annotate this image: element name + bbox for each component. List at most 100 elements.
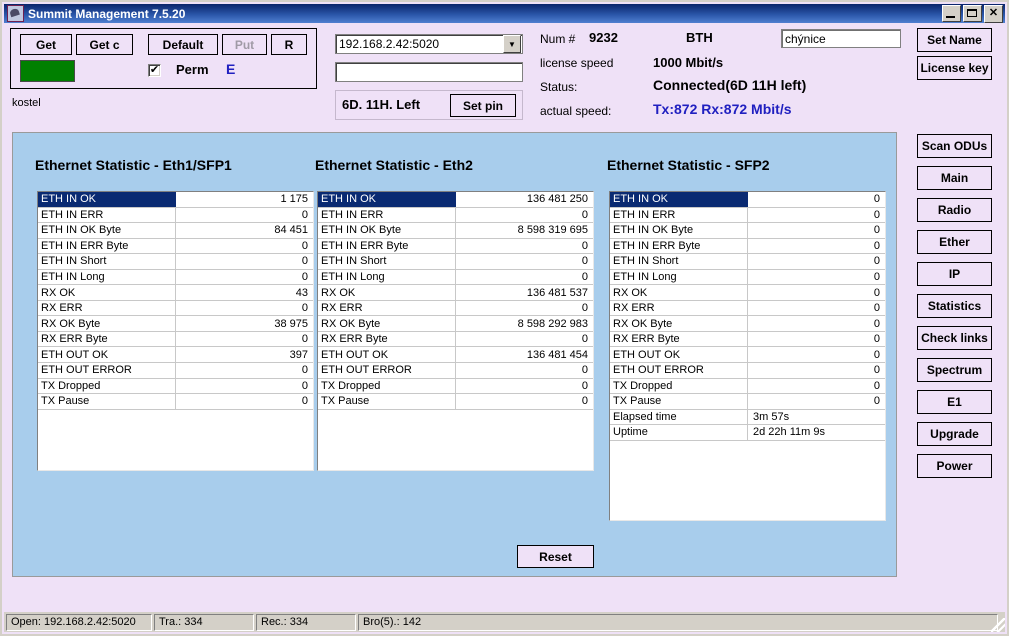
table-row[interactable]: RX ERR Byte 0 bbox=[610, 331, 885, 348]
table-row[interactable]: ETH IN OK 136 481 250 bbox=[318, 192, 593, 208]
table-row[interactable]: ETH IN OK 0 bbox=[610, 192, 885, 208]
table-row[interactable]: TX Pause 0 bbox=[318, 394, 593, 410]
table-row[interactable]: ETH IN ERR Byte 0 bbox=[38, 238, 313, 255]
table-row[interactable]: ETH IN ERR 0 bbox=[318, 207, 593, 224]
bth-label: BTH bbox=[686, 30, 713, 45]
table-row[interactable]: ETH OUT OK 136 481 454 bbox=[318, 347, 593, 364]
statistics-list-eth1[interactable]: ETH IN OK 1 175 ETH IN ERR 0 ETH IN OK Byte 8… bbox=[37, 191, 314, 471]
table-row[interactable]: ETH IN ERR 0 bbox=[610, 207, 885, 224]
stat-key: RX ERR Byte bbox=[610, 331, 748, 347]
table-row[interactable]: ETH OUT ERROR 0 bbox=[318, 363, 593, 379]
table-row[interactable]: ETH IN ERR 0 bbox=[38, 207, 313, 224]
table-row[interactable]: TX Dropped 0 bbox=[38, 378, 313, 395]
stat-key: ETH OUT ERROR bbox=[318, 363, 456, 378]
table-row[interactable]: RX OK Byte 38 975 bbox=[38, 316, 313, 332]
table-row[interactable]: ETH OUT OK 0 bbox=[610, 347, 885, 364]
table-row[interactable]: ETH IN Long 0 bbox=[38, 269, 313, 286]
table-row[interactable]: ETH OUT OK 397 bbox=[38, 347, 313, 364]
license-key-button[interactable]: License key bbox=[917, 56, 992, 80]
table-row[interactable]: RX OK 136 481 537 bbox=[318, 285, 593, 301]
stat-value: 0 bbox=[581, 333, 588, 346]
stat-key: RX OK Byte bbox=[38, 316, 176, 331]
device-name-input[interactable]: chýnice bbox=[781, 29, 901, 48]
set-name-button[interactable]: Set Name bbox=[917, 28, 992, 52]
minimize-button[interactable] bbox=[942, 5, 961, 22]
stat-key: ETH IN OK Byte bbox=[38, 223, 176, 238]
table-row[interactable]: RX OK Byte 8 598 292 983 bbox=[318, 316, 593, 332]
maximize-button[interactable] bbox=[963, 5, 982, 22]
statistics-list-eth2[interactable]: ETH IN OK 136 481 250 ETH IN ERR 0 ETH IN OK… bbox=[317, 191, 594, 471]
table-row[interactable]: ETH IN OK Byte 8 598 319 695 bbox=[318, 223, 593, 239]
table-row[interactable]: ETH IN Short 0 bbox=[38, 254, 313, 270]
set-pin-button[interactable]: Set pin bbox=[450, 94, 516, 117]
table-row[interactable]: RX ERR 0 bbox=[318, 300, 593, 317]
table-row[interactable]: RX OK 43 bbox=[38, 285, 313, 301]
stat-value: 0 bbox=[581, 302, 588, 315]
stat-value: 0 bbox=[301, 333, 308, 346]
stat-key: RX ERR Byte bbox=[38, 331, 176, 347]
resize-grip-icon[interactable] bbox=[991, 618, 1005, 632]
get-button[interactable]: Get bbox=[20, 34, 72, 55]
table-row[interactable]: RX ERR Byte 0 bbox=[38, 331, 313, 348]
table-row[interactable]: ETH IN Short 0 bbox=[318, 254, 593, 270]
table-row[interactable]: ETH OUT ERROR 0 bbox=[610, 363, 885, 379]
table-row[interactable]: TX Pause 0 bbox=[38, 394, 313, 410]
reset-button[interactable]: Reset bbox=[517, 545, 594, 568]
close-button[interactable]: ✕ bbox=[984, 5, 1003, 23]
table-row[interactable]: TX Dropped 0 bbox=[318, 378, 593, 395]
upgrade-button[interactable]: Upgrade bbox=[917, 422, 992, 446]
statistics-button[interactable]: Statistics bbox=[917, 294, 992, 318]
table-row[interactable]: ETH IN OK Byte 84 451 bbox=[38, 223, 313, 239]
pin-input[interactable] bbox=[335, 62, 523, 82]
stat-key: ETH IN ERR Byte bbox=[38, 238, 176, 254]
window-controls: ✕ bbox=[942, 5, 1003, 23]
table-row[interactable]: TX Dropped 0 bbox=[610, 378, 885, 395]
perm-checkbox[interactable]: ✔ bbox=[148, 64, 161, 77]
put-button[interactable]: Put bbox=[222, 34, 267, 55]
stat-value: 0 bbox=[873, 333, 880, 346]
main-button[interactable]: Main bbox=[917, 166, 992, 190]
stat-value: 0 bbox=[301, 255, 308, 268]
table-row[interactable]: ETH IN OK 1 175 bbox=[38, 192, 313, 208]
check-links-button[interactable]: Check links bbox=[917, 326, 992, 350]
table-row[interactable]: ETH IN OK Byte 0 bbox=[610, 223, 885, 239]
get-c-button[interactable]: Get c bbox=[76, 34, 133, 55]
stat-value: 0 bbox=[873, 317, 880, 330]
stat-value: 0 bbox=[581, 271, 588, 283]
address-combobox[interactable]: 192.168.2.42:5020 ▼ bbox=[335, 34, 523, 54]
stat-value: 0 bbox=[301, 395, 308, 408]
stat-value: 0 bbox=[301, 364, 308, 377]
e1-button[interactable]: E1 bbox=[917, 390, 992, 414]
table-row[interactable]: Uptime 2d 22h 11m 9s bbox=[610, 425, 885, 441]
radio-button[interactable]: Radio bbox=[917, 198, 992, 222]
table-row[interactable]: ETH OUT ERROR 0 bbox=[38, 363, 313, 379]
table-row[interactable]: RX ERR 0 bbox=[38, 300, 313, 317]
table-row[interactable]: Elapsed time 3m 57s bbox=[610, 409, 885, 426]
stat-value: 0 bbox=[873, 224, 880, 237]
table-row[interactable]: TX Pause 0 bbox=[610, 394, 885, 410]
stat-key: RX OK Byte bbox=[318, 316, 456, 331]
chevron-down-icon[interactable]: ▼ bbox=[503, 35, 521, 53]
stat-key: ETH IN Long bbox=[38, 269, 176, 285]
r-button[interactable]: R bbox=[271, 34, 307, 55]
stat-value: 0 bbox=[301, 302, 308, 315]
spectrum-button[interactable]: Spectrum bbox=[917, 358, 992, 382]
table-row[interactable]: ETH IN Long 0 bbox=[318, 269, 593, 286]
table-row[interactable]: ETH IN ERR Byte 0 bbox=[610, 238, 885, 255]
statistics-list-sfp2[interactable]: ETH IN OK 0 ETH IN ERR 0 ETH IN OK Byte 0 ETH … bbox=[609, 191, 886, 521]
scan-odus-button[interactable]: Scan ODUs bbox=[917, 134, 992, 158]
default-button[interactable]: Default bbox=[148, 34, 218, 55]
table-row[interactable]: RX OK Byte 0 bbox=[610, 316, 885, 332]
table-row[interactable]: ETH IN Long 0 bbox=[610, 269, 885, 286]
table-row[interactable]: ETH IN Short 0 bbox=[610, 254, 885, 270]
ether-button[interactable]: Ether bbox=[917, 230, 992, 254]
table-row[interactable]: RX OK 0 bbox=[610, 285, 885, 301]
table-row[interactable]: ETH IN ERR Byte 0 bbox=[318, 238, 593, 255]
statistics-panel: Ethernet Statistic - Eth1/SFP1 Ethernet … bbox=[12, 132, 897, 577]
table-row[interactable]: RX ERR 0 bbox=[610, 300, 885, 317]
stat-value: 0 bbox=[581, 239, 588, 252]
table-row[interactable]: RX ERR Byte 0 bbox=[318, 331, 593, 348]
device-name-label: kostel bbox=[12, 97, 41, 109]
ip-button[interactable]: IP bbox=[917, 262, 992, 286]
power-button[interactable]: Power bbox=[917, 454, 992, 478]
